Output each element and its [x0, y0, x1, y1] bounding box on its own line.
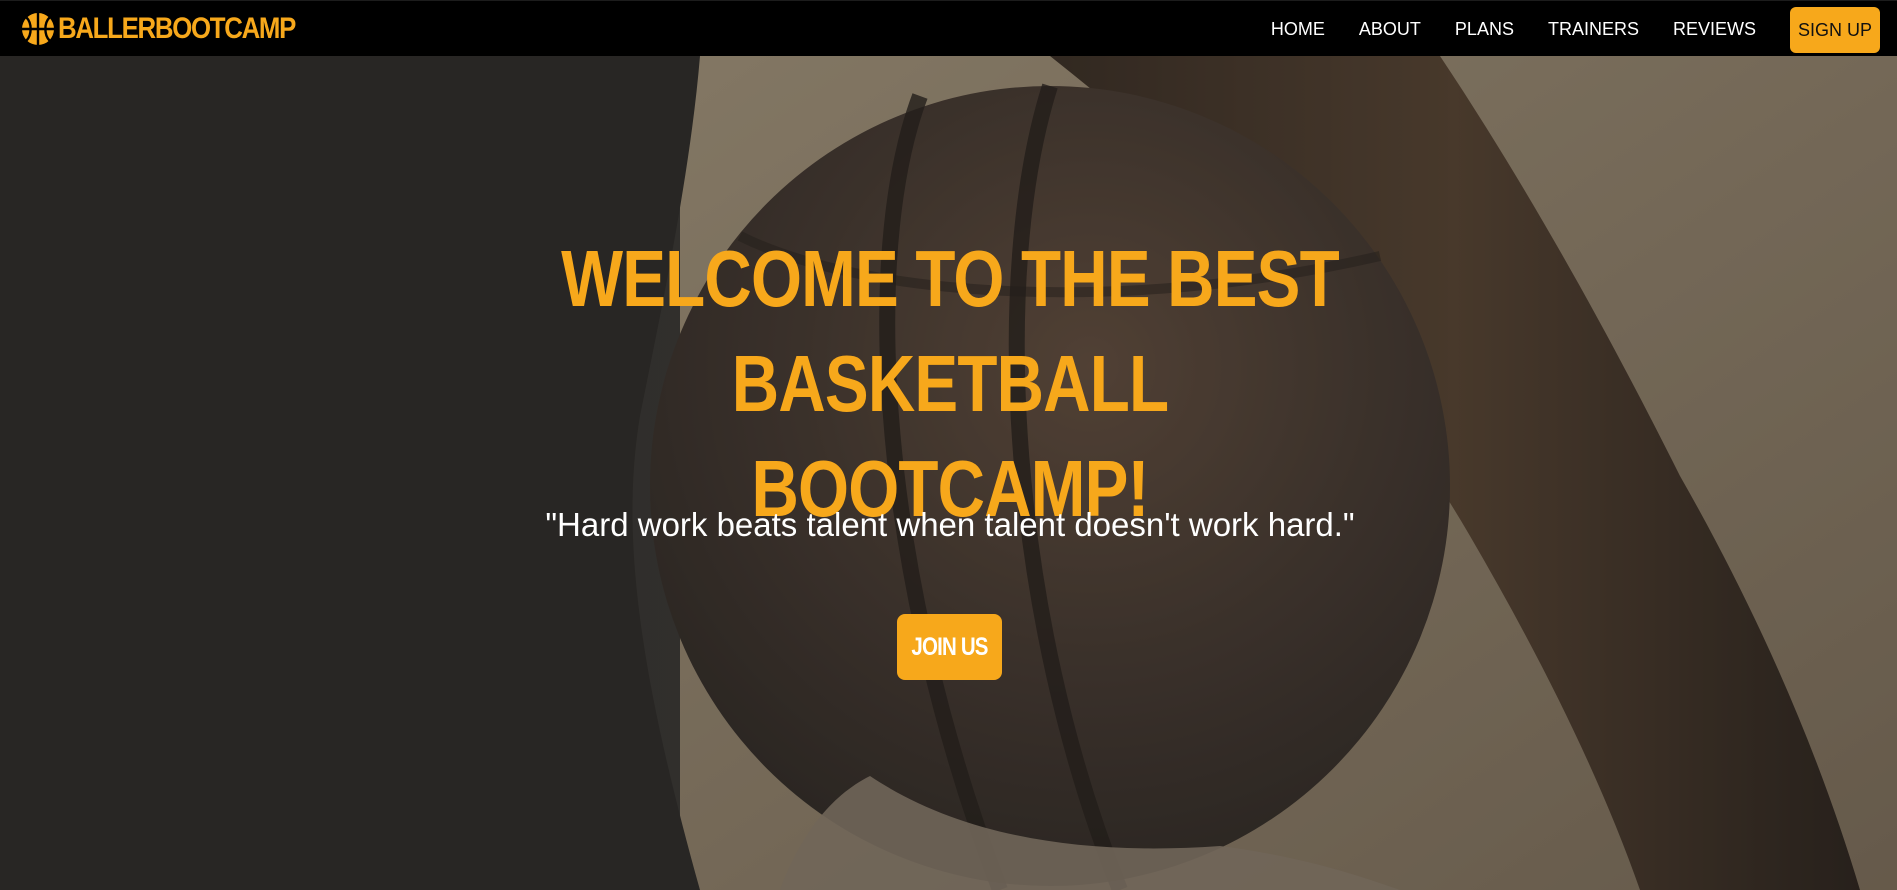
- brand-name: BALLERBOOTCAMP: [58, 12, 296, 45]
- join-us-button[interactable]: JOIN US: [897, 614, 1002, 680]
- hero-section: WELCOME TO THE BEST BASKETBALL BOOTCAMP!…: [0, 56, 1897, 890]
- nav-link-plans[interactable]: PLANS: [1455, 19, 1514, 40]
- nav-link-home[interactable]: HOME: [1271, 19, 1325, 40]
- nav-link-reviews[interactable]: REVIEWS: [1673, 19, 1756, 40]
- nav-link-about[interactable]: ABOUT: [1359, 19, 1421, 40]
- brand-logo[interactable]: BALLERBOOTCAMP: [20, 8, 334, 50]
- navbar: BALLERBOOTCAMP HOME ABOUT PLANS TRAINERS…: [0, 0, 1897, 56]
- signup-button[interactable]: SIGN UP: [1789, 7, 1880, 53]
- hero-title: WELCOME TO THE BEST BASKETBALL BOOTCAMP!: [450, 226, 1450, 541]
- hero-quote: "Hard work beats talent when talent does…: [545, 506, 1355, 543]
- basketball-icon: [22, 13, 54, 45]
- hero-title-line-1: WELCOME TO THE BEST: [561, 234, 1340, 323]
- nav-links: HOME ABOUT PLANS TRAINERS REVIEWS SIGN U…: [1271, 1, 1897, 57]
- join-us-label: JOIN US: [911, 632, 988, 661]
- nav-link-trainers[interactable]: TRAINERS: [1548, 19, 1639, 40]
